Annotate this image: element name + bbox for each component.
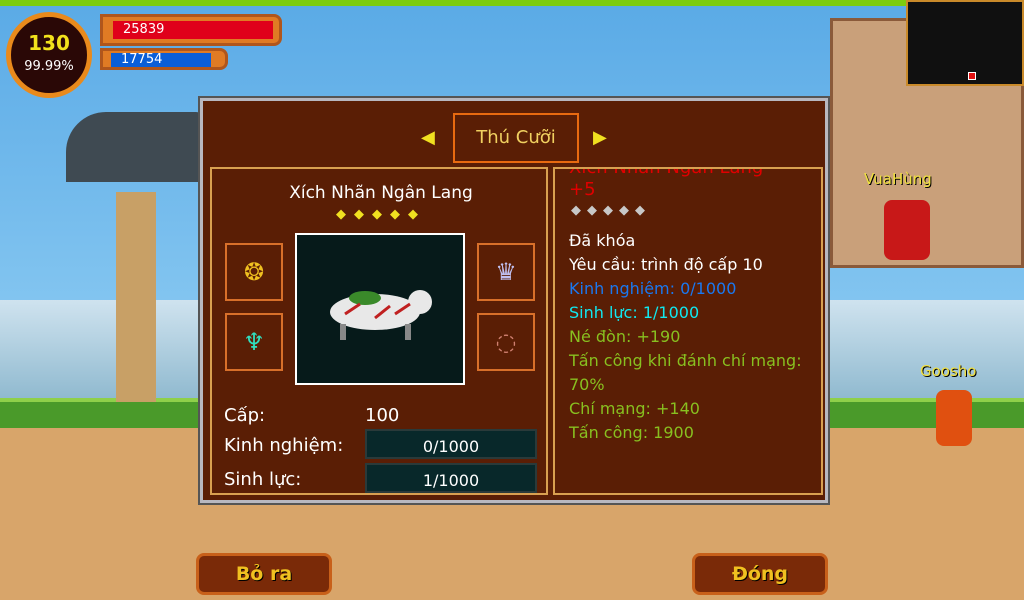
exp-bar: 0/1000 (365, 429, 537, 459)
equip-slot-saddle[interactable]: ❂ (225, 243, 283, 301)
wolf-mount-image (330, 290, 432, 340)
level-badge[interactable]: 130 99.99% (6, 12, 92, 98)
helmet-icon: ♛ (495, 258, 517, 286)
pet-preview (295, 233, 465, 385)
detail-line: Tấn công khi đánh chí mạng: (569, 351, 802, 370)
detail-line: Né đòn: +190 (569, 327, 681, 346)
npc-king[interactable] (884, 200, 930, 260)
npc-name[interactable]: VuaHùng (864, 170, 932, 188)
mount-dialog: ◀ Thú Cưỡi ▶ Xích Nhãn Ngân Lang ◆◆◆◆◆ ❂… (198, 96, 830, 505)
pet-panel: Xích Nhãn Ngân Lang ◆◆◆◆◆ ❂ ♆ ♛ ◌ Cấp: 1… (210, 167, 548, 495)
detail-line: Tấn công: 1900 (569, 423, 694, 442)
next-tab-arrow-icon[interactable]: ▶ (593, 127, 607, 148)
equip-slot-rope[interactable]: ◌ (477, 313, 535, 371)
equip-slot-helmet[interactable]: ♛ (477, 243, 535, 301)
level-value: 130 (28, 31, 70, 55)
equip-slot-armor[interactable]: ♆ (225, 313, 283, 371)
minimap[interactable] (906, 0, 1024, 86)
level-value: 100 (365, 405, 400, 426)
mp-bar: 17754 (100, 48, 228, 70)
detail-line: Đã khóa (569, 231, 636, 250)
armor-icon: ♆ (243, 328, 265, 356)
hp-value: 25839 (113, 21, 273, 39)
detail-title: Xích Nhãn Ngân Lang +5 (569, 167, 764, 200)
hp-label: Sinh lực: (224, 469, 302, 490)
saddle-icon: ❂ (243, 258, 265, 286)
player-marker (968, 72, 976, 80)
exp-label: Kinh nghiệm: (224, 435, 344, 456)
detail-line: 70% (569, 375, 605, 394)
house (66, 112, 206, 402)
star-rating: ◆◆◆◆◆ (336, 207, 426, 222)
detail-panel[interactable]: Xích Nhãn Ngân Lang +5 ◆◆◆◆◆ Đã khóa Yêu … (553, 167, 823, 495)
hp-bar: 25839 (100, 14, 282, 46)
mp-value: 17754 (111, 53, 211, 67)
detail-line: Kinh nghiệm: 0/1000 (569, 279, 737, 298)
close-button[interactable]: Đóng (692, 553, 828, 595)
detail-line: Sinh lực: 1/1000 (569, 303, 700, 322)
player-character[interactable] (936, 390, 972, 446)
detail-line: Chí mạng: +140 (569, 399, 700, 418)
tab-title: Thú Cưỡi (453, 113, 579, 163)
npc-name[interactable]: Goosho (920, 362, 976, 380)
top-border (0, 0, 1024, 6)
grade-stars: ◆◆◆◆◆ (571, 203, 651, 218)
exp-percent: 99.99% (24, 59, 74, 74)
level-label: Cấp: (224, 405, 266, 426)
detail-lines: Đã khóa Yêu cầu: trình độ cấp 10 Kinh nghi… (569, 229, 802, 445)
rope-icon: ◌ (495, 328, 517, 356)
pet-name: Xích Nhãn Ngân Lang (289, 183, 473, 203)
hp-bar: 1/1000 (365, 463, 537, 493)
prev-tab-arrow-icon[interactable]: ◀ (421, 127, 435, 148)
remove-button[interactable]: Bỏ ra (196, 553, 332, 595)
detail-line: Yêu cầu: trình độ cấp 10 (569, 255, 763, 274)
